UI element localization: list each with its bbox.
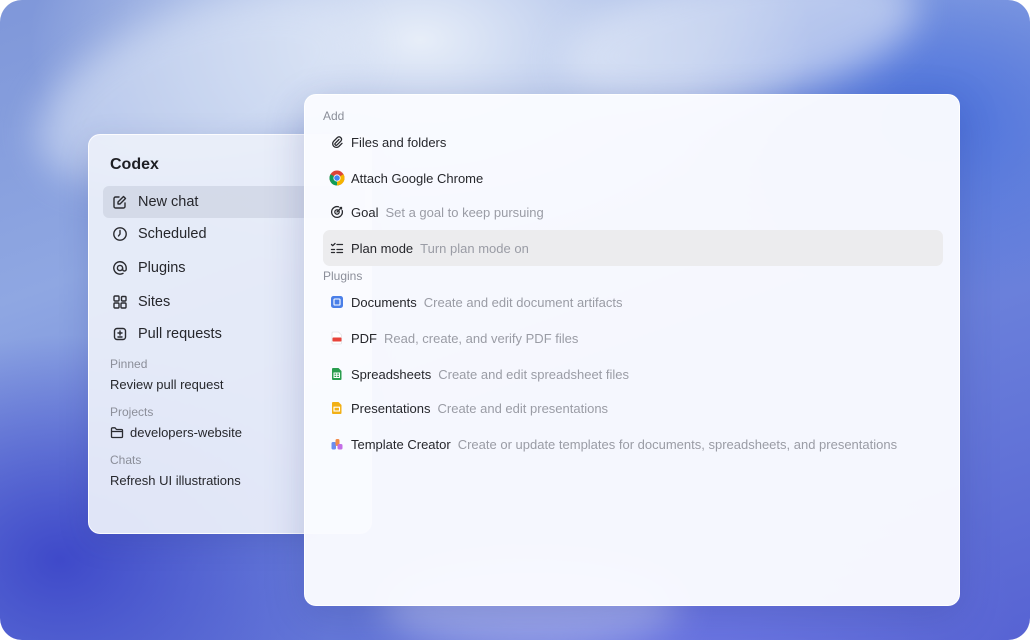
menu-item-name: Goal [351, 204, 379, 220]
checklist-icon [329, 240, 345, 256]
sheets-icon [329, 366, 345, 382]
slides-icon [329, 400, 345, 416]
menu-item-plan-mode[interactable]: Plan mode Turn plan mode on [323, 230, 943, 266]
projects-section-label: Projects [110, 405, 154, 419]
sidebar-item-label: New chat [138, 194, 199, 210]
sidebar-item-label: Sites [138, 294, 171, 310]
menu-item-name: Plan mode [351, 240, 414, 256]
clock-icon [111, 225, 129, 243]
menu-item-description: Read, create, and verify PDF files [384, 330, 579, 346]
pinned-section-label: Pinned [110, 357, 148, 371]
folder-icon [110, 426, 124, 439]
menu-item-presentations[interactable]: Presentations Create and edit presentati… [323, 390, 943, 426]
menu-item-files-and-folders[interactable]: Files and folders [323, 124, 943, 160]
menu-item-template-creator[interactable]: Template Creator Create or update templa… [323, 426, 943, 462]
menu-item-spreadsheets[interactable]: Spreadsheets Create and edit spreadsheet… [323, 356, 943, 392]
menu-item-name: Documents [351, 294, 417, 310]
app-title: Codex [110, 156, 159, 173]
menu-item-name: PDF [351, 330, 377, 346]
chat-item[interactable]: Refresh UI illustrations [110, 473, 241, 488]
menu-item-documents[interactable]: Documents Create and edit document artif… [323, 284, 943, 320]
sites-grid-icon [111, 293, 129, 311]
docs-icon [329, 294, 345, 310]
edit-icon [111, 193, 129, 211]
menu-item-description: Create and edit document artifacts [423, 294, 623, 310]
sidebar-item-label: Plugins [138, 260, 186, 276]
menu-item-name: Files and folders [351, 134, 447, 150]
menu-item-attach-chrome[interactable]: Attach Google Chrome [323, 160, 943, 196]
goal-icon [329, 204, 345, 220]
template-icon [329, 436, 345, 452]
menu-item-description: Create or update templates for documents… [457, 436, 898, 452]
menu-item-name: Template Creator [351, 436, 451, 452]
plugins-section-label: Plugins [323, 269, 363, 283]
chrome-icon [329, 170, 345, 186]
pull-request-icon [111, 325, 129, 343]
add-menu-panel: Add Files and folders Attach Google Chro… [304, 94, 960, 606]
menu-item-pdf[interactable]: PDF Read, create, and verify PDF files [323, 320, 943, 356]
paperclip-icon [329, 134, 345, 150]
menu-item-name: Presentations [351, 400, 431, 416]
project-name: developers-website [130, 425, 243, 440]
project-item[interactable]: developers-website [110, 425, 242, 440]
at-icon [111, 259, 129, 277]
pdf-icon [329, 330, 345, 346]
menu-item-description: Set a goal to keep pursuing [385, 204, 544, 220]
sidebar-item-label: Scheduled [138, 226, 207, 242]
sidebar-item-label: Pull requests [138, 326, 222, 342]
menu-item-name: Attach Google Chrome [351, 170, 484, 186]
menu-item-description: Create and edit presentations [437, 400, 609, 416]
menu-item-name: Spreadsheets [351, 366, 432, 382]
chats-section-label: Chats [110, 453, 142, 467]
menu-item-goal[interactable]: Goal Set a goal to keep pursuing [323, 194, 943, 230]
menu-item-description: Turn plan mode on [420, 240, 529, 256]
menu-item-description: Create and edit spreadsheet files [438, 366, 630, 382]
add-section-label: Add [323, 109, 345, 123]
pinned-item[interactable]: Review pull request [110, 377, 223, 392]
